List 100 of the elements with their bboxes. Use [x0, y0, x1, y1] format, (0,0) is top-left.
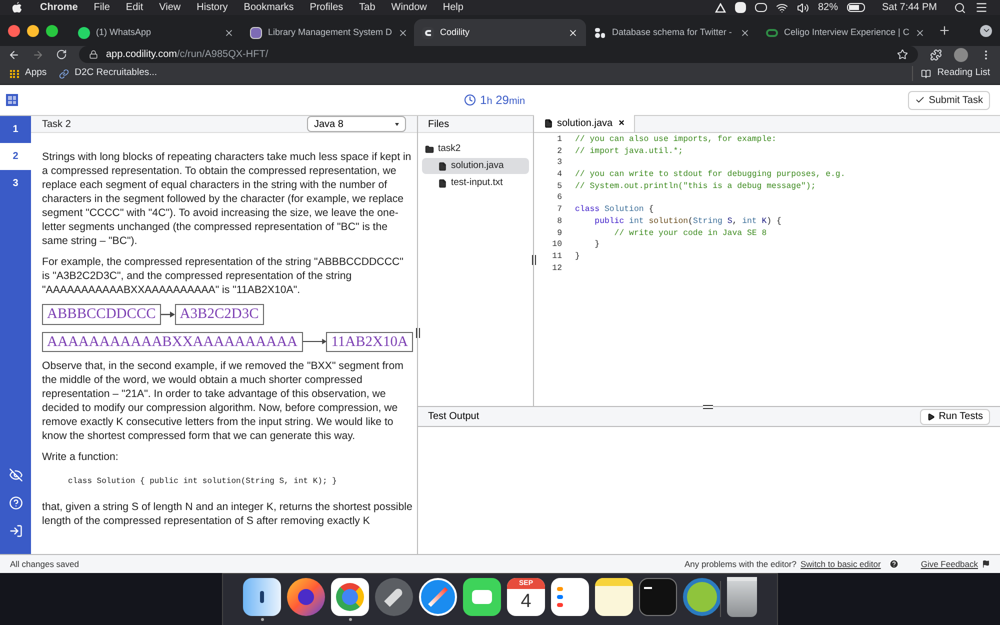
code-line: class Solution {	[575, 204, 654, 216]
file-entry[interactable]: solution.java	[422, 158, 529, 174]
example-output-box: 11AB2X10A	[326, 332, 413, 352]
folder-entry[interactable]: task2	[422, 141, 529, 157]
code-line: // write your code in Java SE 8	[613, 228, 767, 240]
code-line: // System.out.println("this is a debug message");	[575, 180, 816, 192]
close-icon	[568, 28, 578, 38]
menu-item[interactable]: History	[196, 0, 228, 15]
menu-item[interactable]: Profiles	[310, 0, 344, 15]
bookmark[interactable]: D2C Recruitables...	[58, 66, 158, 81]
line-number: 3	[556, 157, 562, 170]
language-select[interactable]: Java 8	[307, 116, 406, 132]
checklist-icon	[551, 578, 589, 616]
reload-icon[interactable]	[56, 49, 67, 60]
code-line: // import java.util.*;	[575, 146, 684, 158]
wifi-icon	[776, 2, 788, 14]
clock: Sat 7:44 PM	[882, 1, 937, 15]
description-paragraph: For example, the compressed representation of the string "ABBBCCDDCCC" is "A3B2C2D3C", and the compressed representation of the string "AAAAAAAAAAABXXAAAAAAAAAA" is "11AB2X10A".	[42, 255, 404, 297]
monitor-icon	[250, 26, 262, 38]
search-icon	[954, 2, 966, 14]
triangle-icon	[714, 2, 726, 12]
app-menu[interactable]: Chrome	[40, 0, 78, 15]
menu-item[interactable]: Edit	[126, 0, 144, 15]
timer-text: 1h 29min	[480, 92, 526, 109]
help-icon[interactable]	[8, 496, 22, 510]
task-number-tab[interactable]: 3	[0, 170, 31, 197]
battery-icon	[846, 3, 865, 12]
editor-tab[interactable]: solution.java ×	[534, 115, 636, 132]
menu-item[interactable]: Bookmarks	[244, 0, 294, 15]
document-icon	[438, 178, 447, 188]
new-tab-icon[interactable]	[938, 24, 951, 37]
line-number: 12	[551, 262, 562, 274]
description-paragraph: Write a function:	[42, 450, 120, 464]
test-output-title: Test Output	[428, 410, 480, 424]
eye-off-icon[interactable]	[8, 468, 22, 482]
task-number-tab[interactable]: 1	[0, 116, 31, 143]
resize-handle-icon[interactable]	[703, 405, 713, 409]
browser-tab[interactable]: (1) WhatsApp	[70, 19, 242, 46]
example-input-box: ABBBCCDDCCC	[42, 304, 161, 324]
notepad-icon	[595, 578, 633, 616]
feedback-link[interactable]: Give Feedback	[920, 558, 978, 570]
back-icon[interactable]	[8, 48, 20, 60]
file-entry[interactable]: test-input.txt	[422, 175, 529, 191]
task-title: Task 2	[42, 118, 71, 132]
play-icon	[926, 412, 935, 420]
star-icon[interactable]	[897, 49, 908, 60]
browser-tab[interactable]: Library Management System D	[242, 19, 414, 46]
example-input-box: AAAAAAAAAAABXXAAAAAAAAAA	[42, 332, 303, 352]
menu-item[interactable]: File	[94, 0, 110, 15]
basic-editor-link[interactable]: Switch to basic editor	[800, 558, 881, 570]
menu-item[interactable]: Tab	[359, 0, 376, 15]
tab-search-icon[interactable]	[980, 24, 992, 36]
resize-handle-icon[interactable]	[532, 255, 536, 265]
close-icon	[224, 28, 234, 38]
line-number: 4	[556, 169, 562, 181]
sign-in-icon[interactable]	[8, 524, 22, 538]
bookmark[interactable]: Apps	[10, 66, 47, 81]
line-number: 1	[556, 134, 562, 146]
profile-avatar[interactable]	[954, 48, 968, 62]
resize-handle-icon[interactable]	[416, 328, 420, 338]
line-number: 5	[556, 180, 562, 192]
line-number: 8	[556, 216, 562, 228]
line-number: 6	[556, 192, 562, 204]
document-icon	[438, 162, 447, 170]
volume-icon	[796, 2, 809, 14]
compass-icon	[419, 578, 457, 616]
address-field[interactable]: app.codility.com/c/run/A985QX-HFT/	[79, 46, 918, 63]
menu-item[interactable]: Window	[391, 0, 427, 15]
run-tests-button[interactable]: Run Tests	[920, 408, 990, 424]
dots-icon	[594, 26, 606, 38]
task-number-tab[interactable]: 2	[0, 143, 31, 170]
line-number: 11	[551, 250, 562, 263]
extensions-icon[interactable]	[930, 48, 942, 60]
browser-tab[interactable]: Celigo Interview Experience | C	[758, 19, 930, 46]
codility-logo-icon	[6, 94, 18, 106]
menu-item[interactable]: View	[159, 0, 181, 15]
forward-icon[interactable]	[32, 48, 44, 60]
code-signature: class Solution { public int solution(String S, int K); }	[67, 476, 338, 488]
save-status: All changes saved	[10, 558, 79, 570]
description-paragraph: Observe that, in the second example, if we removed the "BXX" segment from the middle of the word, we would obtain a much shorter compressed representation – "21A". In order to take advantage of this observation, we decided to modify our compression algorithm. Now, before compression, we remove exactly K consecutive letters from the input string. We would like to know the shortest compressed form that we can generate this way.	[42, 359, 404, 443]
check-icon	[914, 95, 925, 105]
book-icon	[921, 68, 932, 78]
close-icon	[398, 28, 408, 38]
line-number: 10	[551, 239, 562, 251]
submit-button[interactable]: Submit Task	[908, 90, 990, 110]
firefox-icon	[287, 578, 325, 616]
reading-list-button[interactable]: Reading List	[912, 66, 990, 81]
line-number: 2	[556, 146, 562, 158]
browser-tab[interactable]: Codility	[414, 19, 586, 46]
code-line: }	[594, 239, 600, 251]
editor-question: Any problems with the editor?	[684, 558, 796, 570]
chat-bubble-icon	[78, 26, 90, 38]
browser-tab[interactable]: Database schema for Twitter -	[586, 19, 758, 46]
menu-item[interactable]: Help	[442, 0, 464, 15]
close-tab-button[interactable]: ×	[618, 116, 624, 131]
lock-icon	[89, 50, 98, 59]
help-icon	[888, 559, 899, 569]
trash-icon	[727, 577, 757, 617]
line-number: 9	[556, 228, 562, 240]
files-title: Files	[428, 118, 450, 132]
